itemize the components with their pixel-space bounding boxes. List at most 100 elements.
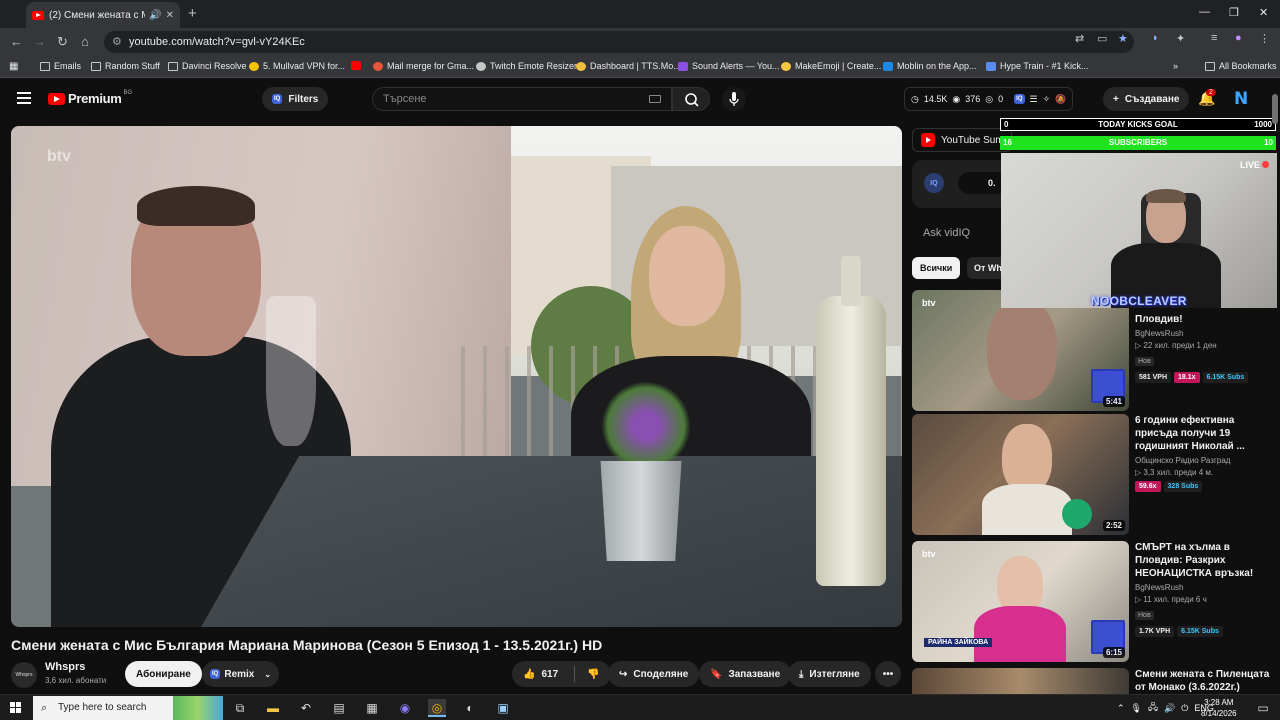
- like-button[interactable]: 👍 617 👎: [512, 661, 611, 687]
- new-tab-icon[interactable]: +: [188, 5, 197, 22]
- back-icon[interactable]: ←: [10, 34, 23, 49]
- bookmark-star-icon[interactable]: ★: [1118, 32, 1128, 45]
- network-icon[interactable]: 🖧: [1148, 700, 1158, 716]
- window-close-icon[interactable]: ✕: [1259, 6, 1268, 19]
- bookmark-random-stuff[interactable]: Random Stuff: [91, 61, 160, 71]
- app-icon-2[interactable]: ▤: [330, 699, 348, 717]
- bookmark-sound-alerts[interactable]: Sound Alerts — You...: [678, 61, 780, 71]
- related-info-3[interactable]: СМЪРТ на хълма в Пловдив: Разкрих НЕОНАЦ…: [1135, 541, 1275, 637]
- bookmark-youtube[interactable]: [351, 61, 365, 70]
- restore-icon[interactable]: ❐: [1229, 6, 1239, 19]
- bookmark-mail-merge[interactable]: Mail merge for Gma...: [373, 61, 474, 71]
- cast-icon[interactable]: ▭: [1097, 32, 1107, 45]
- power-icon[interactable]: ⏻: [1181, 703, 1188, 714]
- bookmark-makeemoji[interactable]: MakeEmoji | Create...: [781, 61, 881, 71]
- sound-alerts-icon: [678, 61, 688, 71]
- menu-icon[interactable]: [17, 92, 31, 104]
- search-icon: ⌕: [41, 702, 48, 714]
- tray-overflow-icon[interactable]: ⌃: [1117, 703, 1125, 714]
- create-button[interactable]: + Създаване: [1103, 87, 1190, 111]
- notification-center-icon[interactable]: ▭: [1254, 699, 1272, 717]
- all-bookmarks[interactable]: All Bookmarks: [1205, 61, 1277, 71]
- thumb-microphone: [1062, 499, 1092, 529]
- search-input[interactable]: Търсене: [372, 87, 672, 111]
- account-avatar[interactable]: N: [1234, 89, 1248, 109]
- thumbs-down-icon[interactable]: 👎: [587, 669, 599, 680]
- extensions-puzzle-icon[interactable]: ✦: [1176, 32, 1185, 45]
- app-icon-1[interactable]: ↶: [297, 699, 315, 717]
- browser-tab[interactable]: (2) Смени жената с Мис Б 🔊 ✕: [26, 2, 180, 28]
- related-thumbnail-2[interactable]: 2:52: [912, 414, 1129, 535]
- chip-all[interactable]: Всички: [912, 257, 961, 279]
- bookmark-hype-train[interactable]: Hype Train - #1 Kick...: [986, 61, 1089, 71]
- list-icon[interactable]: ☰: [1030, 94, 1038, 105]
- profile-icon[interactable]: ●: [1235, 32, 1242, 44]
- btv-watermark: btv: [47, 148, 71, 165]
- task-view-icon[interactable]: ⧉: [231, 699, 249, 717]
- keyboard-icon[interactable]: [649, 95, 661, 103]
- clock[interactable]: 3:28 AM 8/14/2026: [1201, 697, 1237, 719]
- related-thumbnail-4[interactable]: [912, 668, 1129, 694]
- more-actions-button[interactable]: •••: [875, 661, 901, 687]
- channel-name[interactable]: Whsprs: [45, 661, 85, 673]
- forward-icon[interactable]: →: [33, 34, 46, 49]
- taskbar-search-input[interactable]: ⌕ Type here to search: [33, 696, 223, 720]
- more-menu-icon[interactable]: ⋮: [1259, 32, 1270, 45]
- reload-icon[interactable]: ↻: [57, 34, 68, 50]
- windows-start-icon[interactable]: [10, 702, 21, 713]
- save-button[interactable]: 🔖 Запазване: [699, 661, 792, 687]
- speaker-icon[interactable]: 🔊: [149, 10, 161, 21]
- bookmark-mullvad[interactable]: 5. Mullvad VPN for...: [249, 61, 345, 71]
- site-info-icon[interactable]: ⚙: [112, 31, 122, 53]
- voice-search-button[interactable]: [722, 87, 746, 111]
- notification-off-icon[interactable]: 🔕: [1055, 94, 1066, 105]
- app-icon-3[interactable]: ▦: [363, 699, 381, 717]
- subscriber-count: 3,6 хил. абонати: [45, 676, 107, 685]
- app-icon-4[interactable]: ◐: [461, 699, 479, 717]
- chrome-icon[interactable]: ◎: [428, 699, 446, 717]
- apps-grid-icon[interactable]: ▦: [9, 61, 18, 72]
- file-explorer-icon[interactable]: ▬: [264, 699, 282, 717]
- clock-date: 8/14/2026: [1201, 709, 1237, 718]
- volume-icon[interactable]: 🔊: [1164, 703, 1175, 714]
- channel-avatar[interactable]: Whsprs: [11, 662, 37, 688]
- youtube-summary-panel[interactable]: YouTube Sum: [912, 128, 1012, 152]
- download-button[interactable]: ⤓ Изтегляне: [788, 661, 871, 687]
- extension-icon[interactable]: ◗: [1152, 32, 1159, 44]
- discord-icon[interactable]: ◉: [396, 699, 414, 717]
- search-button[interactable]: [672, 87, 710, 111]
- app-icon-5[interactable]: ▣: [494, 699, 512, 717]
- remix-button[interactable]: IQ Remix ⌄: [202, 661, 280, 687]
- bookmark-tts[interactable]: Dashboard | TTS.Mo...: [576, 61, 681, 71]
- youtube-premium-logo[interactable]: Premium BG: [48, 90, 132, 106]
- youtube-logo-icon: [48, 92, 65, 105]
- microphone-icon[interactable]: 🎙: [1131, 703, 1142, 714]
- subscribe-button[interactable]: Абониране: [125, 661, 202, 687]
- bookmarks-overflow-icon[interactable]: »: [1173, 61, 1178, 71]
- related-thumbnail-1[interactable]: btv 5:41: [912, 290, 1129, 411]
- thumb-coat: [982, 484, 1072, 535]
- tab-search-icon[interactable]: ≡: [1211, 32, 1217, 44]
- page-scrollbar[interactable]: [1272, 86, 1278, 690]
- home-icon[interactable]: ⌂: [81, 34, 89, 49]
- translate-icon[interactable]: ⇄: [1075, 32, 1084, 45]
- address-bar[interactable]: ⚙ youtube.com/watch?v=gvl-vY24KEc: [104, 31, 1134, 53]
- related-info-4[interactable]: Смени жената с Пиленцата от Монако (3.6.…: [1135, 668, 1275, 694]
- bookmark-twitch-emote[interactable]: Twitch Emote Resizer: [476, 61, 577, 71]
- filters-button[interactable]: IQ Filters: [262, 87, 329, 111]
- related-thumbnail-3[interactable]: btv РАЙНА ЗАЙКОВА 6:15: [912, 541, 1129, 662]
- video-player[interactable]: btv: [11, 126, 902, 627]
- vidiq-stats[interactable]: ◷ 14.5K ◉ 376 ◎ 0 IQ ☰ ✧ 🔕: [904, 87, 1074, 111]
- magic-icon[interactable]: ✧: [1043, 94, 1051, 105]
- multiplier-badge: 59.6x: [1135, 481, 1161, 492]
- scrollbar-thumb[interactable]: [1272, 94, 1278, 124]
- close-icon[interactable]: ✕: [166, 10, 174, 21]
- bookmark-davinci[interactable]: Davinci Resolve: [168, 61, 247, 71]
- bookmark-moblin[interactable]: Moblin on the App...: [883, 61, 977, 71]
- ask-vidiq-input[interactable]: Ask vidIQ: [923, 227, 970, 239]
- share-button[interactable]: ↪ Споделяне: [608, 661, 700, 687]
- minimize-icon[interactable]: —: [1199, 6, 1210, 18]
- related-info-1[interactable]: Пловдив! BgNewsRush ▷ 22 хил. преди 1 де…: [1135, 313, 1275, 383]
- bookmark-emails[interactable]: Emails: [40, 61, 81, 71]
- related-info-2[interactable]: 6 години ефективна присъда получи 19 год…: [1135, 414, 1275, 492]
